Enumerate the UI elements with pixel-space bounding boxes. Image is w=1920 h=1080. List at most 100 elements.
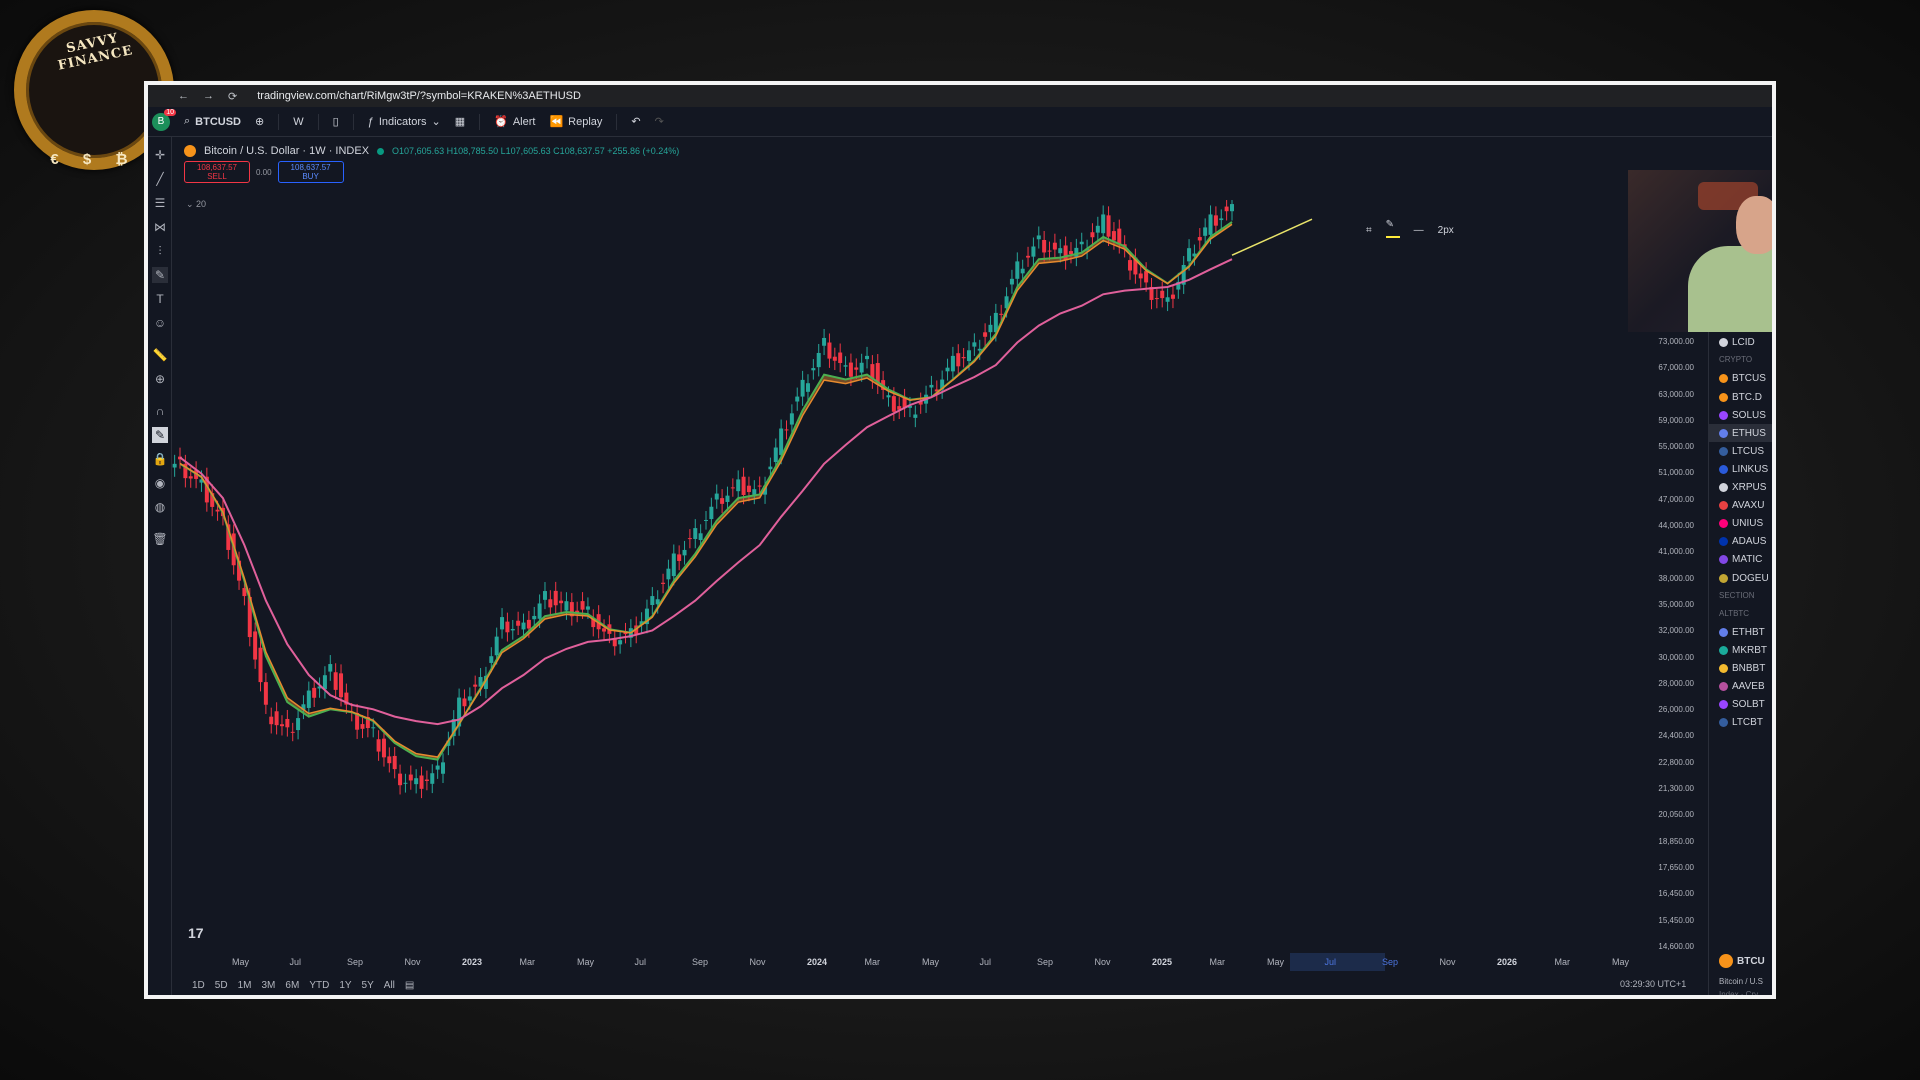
detail-symbol[interactable]: BTCU bbox=[1719, 954, 1765, 968]
watchlist-item[interactable]: SOLUS bbox=[1719, 410, 1766, 421]
range-button-1d[interactable]: 1D bbox=[192, 980, 205, 991]
watchlist-item[interactable]: ADAUS bbox=[1719, 536, 1766, 547]
watchlist-item[interactable]: LTCUS bbox=[1719, 446, 1764, 457]
redo-icon[interactable]: ↷ bbox=[655, 115, 664, 128]
watchlist-item[interactable]: ETHUS bbox=[1719, 428, 1766, 439]
slow-ema-line bbox=[179, 223, 1233, 758]
candle bbox=[1154, 298, 1159, 300]
sell-button[interactable]: 108,637.57 SELL bbox=[184, 161, 250, 183]
coin-icon bbox=[1719, 392, 1728, 402]
symbol-search[interactable]: ⌕ BTCUSD bbox=[184, 115, 241, 128]
line-width-label[interactable]: 2px bbox=[1438, 225, 1454, 236]
time-axis[interactable]: May Jul Sep Nov 2023 Mar May Jul Sep Nov 2024 Mar Ma… bbox=[172, 953, 1642, 971]
coin-icon bbox=[1719, 645, 1728, 655]
zoom-icon[interactable]: ⊕ bbox=[152, 371, 168, 387]
time-tick-label: Jul bbox=[1324, 957, 1337, 967]
chart-type-icon[interactable]: ▯ bbox=[333, 115, 339, 128]
candle bbox=[1068, 251, 1073, 255]
candle bbox=[1117, 228, 1122, 245]
brush-icon[interactable]: ✎ bbox=[152, 267, 168, 283]
pattern-icon[interactable]: ⋈ bbox=[152, 219, 168, 235]
watchlist-item[interactable]: LINKUS bbox=[1719, 464, 1768, 475]
watchlist-item[interactable]: ETHBT bbox=[1719, 627, 1765, 638]
compare-icon[interactable]: ⊕ bbox=[255, 115, 264, 128]
watchlist-section-header[interactable]: SECTION bbox=[1719, 591, 1755, 600]
price-chart[interactable] bbox=[172, 200, 1642, 940]
time-tick-label: 2025 bbox=[1152, 957, 1173, 967]
range-button-all[interactable]: All bbox=[384, 980, 395, 991]
watchlist-item[interactable]: BNBBT bbox=[1719, 663, 1765, 674]
template-icon[interactable]: ⌗ bbox=[1366, 225, 1372, 236]
user-avatar[interactable]: B 10 bbox=[152, 108, 176, 131]
watchlist-item[interactable]: AAVEB bbox=[1719, 681, 1765, 692]
watchlist-item[interactable]: MATIC bbox=[1719, 554, 1762, 565]
candle bbox=[333, 672, 338, 690]
lock-icon[interactable]: 🔒 bbox=[152, 451, 168, 467]
crosshair-icon[interactable]: ✛ bbox=[152, 147, 168, 163]
watchlist-item[interactable]: UNIUS bbox=[1719, 518, 1763, 529]
stay-in-drawing-icon[interactable]: ✎ bbox=[152, 427, 168, 443]
undo-icon[interactable]: ↶ bbox=[631, 115, 640, 128]
indicators-button[interactable]: ƒ Indicators ⌄ bbox=[367, 115, 441, 129]
coin-icon bbox=[1719, 446, 1728, 456]
calendar-icon[interactable]: ▤ bbox=[405, 980, 414, 991]
indicators-icon: ƒ bbox=[367, 115, 374, 128]
price-tick-label: 22,800.00 bbox=[1658, 757, 1694, 767]
price-tick-label: 55,000.00 bbox=[1658, 442, 1694, 452]
candle bbox=[253, 631, 258, 660]
range-button-3m[interactable]: 3M bbox=[262, 980, 276, 991]
text-icon[interactable]: T bbox=[152, 291, 168, 307]
back-icon[interactable]: ← bbox=[178, 90, 189, 102]
trend-line-icon[interactable]: ╱ bbox=[152, 171, 168, 187]
candle bbox=[296, 718, 301, 731]
time-tick-label: Sep bbox=[692, 957, 709, 967]
watchlist-item[interactable]: XRPUS bbox=[1719, 482, 1766, 493]
coin-icon bbox=[1719, 682, 1728, 692]
prediction-icon[interactable]: ⫶ bbox=[152, 243, 168, 259]
emoji-icon[interactable]: ☺ bbox=[152, 315, 168, 331]
reload-icon[interactable]: ⟳ bbox=[228, 90, 237, 103]
alert-button[interactable]: ⏰ Alert bbox=[494, 115, 535, 129]
watchlist-section-header[interactable]: ALTBTC bbox=[1719, 609, 1749, 618]
ruler-icon[interactable]: 📏 bbox=[152, 347, 168, 363]
trash-icon[interactable]: 🗑 bbox=[152, 531, 168, 547]
range-button-5d[interactable]: 5D bbox=[215, 980, 228, 991]
symbol-legend[interactable]: Bitcoin / U.S. Dollar · 1W · INDEX O107,… bbox=[184, 145, 679, 157]
layouts-icon[interactable]: ▦ bbox=[455, 115, 465, 128]
clock[interactable]: 03:29:30 UTC+1 bbox=[1620, 979, 1686, 989]
watchlist-item[interactable]: LCID bbox=[1719, 337, 1755, 348]
candle bbox=[977, 348, 982, 351]
watchlist-item[interactable]: LTCBT bbox=[1719, 717, 1763, 728]
watchlist-section-header[interactable]: CRYPTO bbox=[1719, 355, 1752, 364]
watchlist-item[interactable]: AVAXU bbox=[1719, 500, 1764, 511]
magnet-icon[interactable]: ∩ bbox=[152, 403, 168, 419]
line-style-icon[interactable]: — bbox=[1414, 225, 1424, 236]
candle bbox=[419, 775, 424, 789]
watchlist-item[interactable]: BTCUS bbox=[1719, 373, 1766, 384]
buy-button[interactable]: 108,637.57 BUY bbox=[277, 161, 344, 183]
fib-icon[interactable]: ☰ bbox=[152, 195, 168, 211]
price-tick-label: 24,400.00 bbox=[1658, 731, 1694, 741]
watchlist-item[interactable]: DOGEU bbox=[1719, 573, 1769, 584]
range-button-1y[interactable]: 1Y bbox=[339, 980, 351, 991]
eye-icon[interactable]: ◉ bbox=[152, 475, 168, 491]
replay-button[interactable]: ⏪ Replay bbox=[549, 115, 602, 129]
screen: ← → ⟳ tradingview.com/chart/RiMgw3tP/?sy… bbox=[148, 85, 1772, 995]
globe-icon[interactable]: ◍ bbox=[152, 499, 168, 515]
address-bar[interactable]: tradingview.com/chart/RiMgw3tP/?symbol=K… bbox=[257, 90, 581, 102]
range-button-ytd[interactable]: YTD bbox=[309, 980, 329, 991]
candle bbox=[564, 601, 569, 611]
watchlist-item[interactable]: SOLBT bbox=[1719, 699, 1765, 710]
watchlist-item-label: MKRBT bbox=[1732, 644, 1767, 656]
candle bbox=[542, 591, 547, 600]
interval-button[interactable]: W bbox=[293, 116, 303, 128]
candle bbox=[827, 342, 832, 359]
watchlist-item[interactable]: BTC.D bbox=[1719, 392, 1762, 403]
watchlist-item[interactable]: MKRBT bbox=[1719, 645, 1767, 656]
range-button-6m[interactable]: 6M bbox=[285, 980, 299, 991]
range-button-1m[interactable]: 1M bbox=[238, 980, 252, 991]
candle bbox=[822, 337, 827, 346]
forward-icon[interactable]: → bbox=[203, 90, 214, 102]
range-button-5y[interactable]: 5Y bbox=[362, 980, 374, 991]
pencil-icon[interactable]: ✎ bbox=[1385, 219, 1400, 241]
